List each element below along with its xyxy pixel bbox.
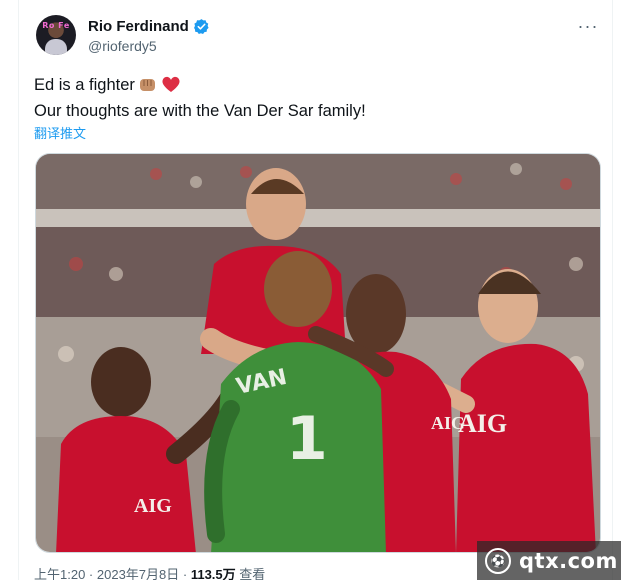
fist-emoji — [138, 75, 158, 100]
post-time[interactable]: 上午1:20 — [34, 567, 85, 580]
view-count: 113.5万 — [190, 567, 236, 580]
site-watermark: ⚽ qtx.com — [477, 541, 621, 580]
celebration-photo: AIG AIG AIG VAN 1 — [36, 154, 600, 552]
meta-separator: · — [179, 567, 191, 580]
tweet-text: Ed is a fighter Our thoughts are with th… — [34, 74, 604, 123]
avatar-text: Ro Fe — [42, 21, 70, 30]
user-handle[interactable]: @rioferdy5 — [88, 38, 157, 54]
timeline-right-border — [612, 0, 613, 580]
translate-post-link[interactable]: 翻译推文 — [34, 123, 86, 142]
red-heart-emoji — [161, 75, 181, 100]
avatar[interactable]: Ro Fe — [36, 15, 76, 55]
name-row: Rio Ferdinand — [88, 16, 210, 36]
watermark-logo-icon: ⚽ — [485, 547, 511, 574]
avatar-figure — [45, 39, 67, 55]
tweet-line-2: Our thoughts are with the Van Der Sar fa… — [34, 102, 366, 120]
tweet-header: Ro Fe Rio Ferdinand @rioferdy5 ··· — [34, 12, 604, 60]
timeline-left-border — [18, 0, 19, 580]
sponsor-logo-center: AIG — [431, 413, 465, 433]
meta-separator: · — [85, 567, 97, 580]
tweet-line-1-text: Ed is a fighter — [34, 76, 135, 94]
verified-badge-icon[interactable] — [193, 18, 210, 35]
more-options-icon[interactable]: ··· — [576, 14, 600, 38]
tweet-photo[interactable]: AIG AIG AIG VAN 1 — [35, 153, 601, 553]
views-label: 查看 — [235, 567, 266, 580]
post-date[interactable]: 2023年7月8日 — [97, 567, 179, 580]
keeper-shirt-number: 1 — [286, 404, 328, 474]
watermark-text: qtx.com — [519, 548, 618, 573]
tweet-line-1: Ed is a fighter — [34, 74, 604, 100]
tweet-meta-row: 上午1:20 · 2023年7月8日 · 113.5万 查看 — [34, 564, 265, 580]
display-name[interactable]: Rio Ferdinand — [88, 18, 189, 35]
sponsor-logo-right: AIG — [458, 409, 507, 438]
sponsor-logo-left: AIG — [134, 495, 172, 517]
